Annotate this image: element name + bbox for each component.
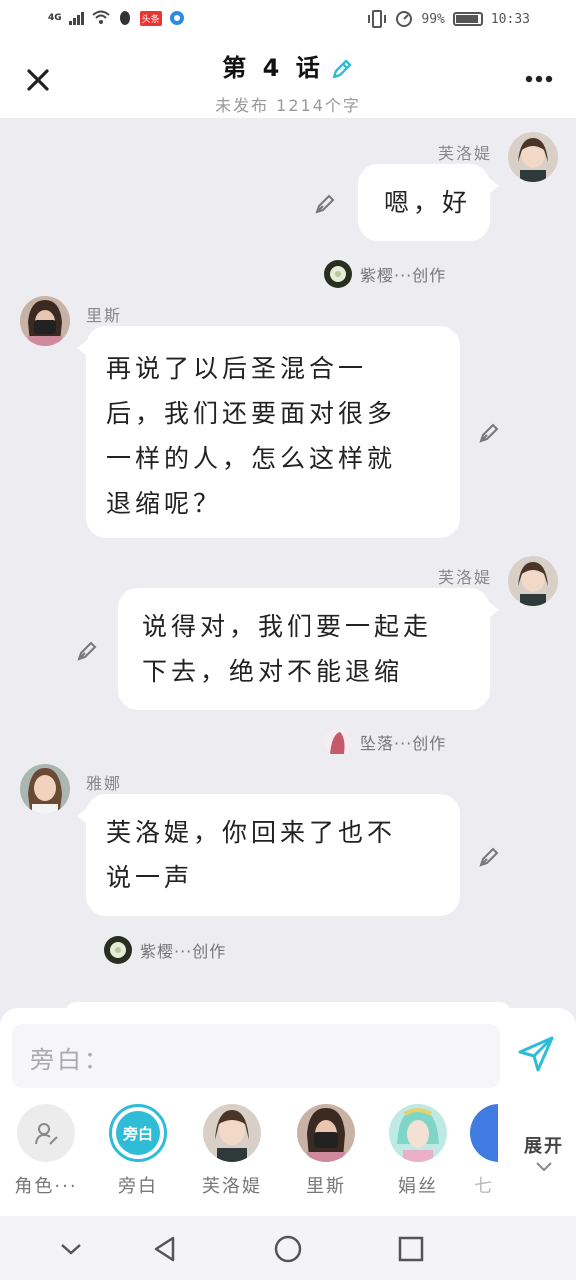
message-line: 芙洛媞，你回来了也不: [106, 818, 397, 847]
message-bubble[interactable]: 说得对，我们要一起走 下去，绝对不能退缩: [118, 588, 499, 710]
role-label: 芙洛媞: [202, 1176, 262, 1197]
qq-icon: [119, 11, 130, 25]
narrator-avatar: 旁白: [109, 1104, 167, 1162]
chevron-down-icon: [536, 1162, 552, 1172]
message-line: 说一声: [106, 863, 194, 892]
home-icon[interactable]: [273, 1234, 303, 1264]
clock: 10:33: [490, 11, 530, 27]
role-option-selected[interactable]: 旁白 旁白: [98, 1104, 178, 1198]
message-bubble[interactable]: 嗯，好: [358, 164, 499, 241]
speaker-name: 雅娜: [86, 774, 123, 793]
message-line: 后，我们还要面对很多: [106, 399, 397, 428]
role-label: 七: [474, 1176, 494, 1197]
hide-keyboard-icon[interactable]: [56, 1234, 86, 1264]
avatar: [470, 1104, 498, 1162]
edit-title-icon[interactable]: [330, 57, 354, 81]
wifi-icon: [91, 10, 110, 24]
role-label: 角色···: [14, 1176, 78, 1197]
send-icon[interactable]: [516, 1034, 556, 1074]
avatar[interactable]: [20, 296, 70, 346]
author-name: 紫樱···创作: [140, 942, 227, 961]
speaker-name: 芙洛媞: [437, 568, 492, 587]
edit-message-icon[interactable]: [314, 191, 338, 215]
expand-button[interactable]: 展开: [524, 1132, 564, 1177]
message-line: 一样的人，怎么这样就: [106, 444, 397, 473]
author-avatar: [104, 936, 132, 964]
author-credit: 紫樱···创作: [104, 936, 226, 964]
role-option[interactable]: 芙洛媞: [192, 1104, 272, 1198]
input-panel: 旁白： 角色··· 旁白 旁白 芙洛媞 里斯 娟丝 七 展开: [0, 1008, 576, 1216]
role-label: 旁白: [118, 1176, 158, 1197]
browser-icon: [169, 11, 184, 25]
input-placeholder: 旁白：: [30, 1046, 111, 1074]
role-option[interactable]: 角色···: [6, 1104, 86, 1198]
chat-area[interactable]: 芙洛媞 嗯，好 紫樱···创作 里斯 再说了以后圣混合一 后，我们还要面对很多 …: [0, 118, 576, 1008]
speaker-name: 里斯: [86, 306, 123, 325]
speed-icon: [396, 11, 413, 27]
role-label: 娟丝: [398, 1176, 438, 1197]
episode-title[interactable]: 第 4 话: [0, 48, 576, 83]
avatar: [389, 1104, 447, 1162]
author-credit: 紫樱···创作: [324, 260, 446, 288]
app-badge: 头条: [139, 10, 162, 26]
avatar: [203, 1104, 261, 1162]
narration-input[interactable]: 旁白：: [12, 1024, 500, 1088]
message-line: 下去，绝对不能退缩: [142, 657, 404, 686]
role-option[interactable]: 娟丝: [378, 1104, 458, 1198]
avatar[interactable]: [508, 132, 558, 182]
add-role-icon: [17, 1104, 75, 1162]
author-avatar: [324, 260, 352, 288]
role-option[interactable]: 七: [470, 1104, 498, 1198]
author-name: 紫樱···创作: [360, 266, 447, 285]
speaker-name: 芙洛媞: [437, 144, 492, 163]
avatar[interactable]: [20, 764, 70, 814]
author-credit: 坠落···创作: [324, 728, 446, 756]
battery-icon: [452, 12, 483, 26]
message-line: 说得对，我们要一起走: [142, 612, 433, 641]
more-icon[interactable]: [524, 72, 554, 86]
system-nav-bar: [0, 1216, 576, 1280]
avatar[interactable]: [508, 556, 558, 606]
vibrate-icon: [368, 10, 387, 28]
message-bubble[interactable]: 芙洛媞，你回来了也不 说一声: [77, 794, 460, 916]
message-bubble[interactable]: 再说了以后圣混合一 后，我们还要面对很多 一样的人，怎么这样就 退缩呢？: [77, 326, 460, 538]
episode-title-text: 第 4 话: [222, 54, 324, 82]
message-line: 退缩呢？: [106, 489, 223, 518]
role-selector: 角色··· 旁白 旁白 芙洛媞 里斯 娟丝 七 展开: [0, 1104, 576, 1214]
recents-icon[interactable]: [396, 1234, 426, 1264]
message-line: 再说了以后圣混合一: [106, 354, 368, 383]
author-name: 坠落···创作: [360, 734, 447, 753]
expand-label: 展开: [524, 1136, 564, 1157]
edit-message-icon[interactable]: [76, 638, 100, 662]
top-bar: 第 4 话 未发布 1214个字: [0, 40, 576, 118]
status-bar: 4G 头条 99% 10:33: [0, 0, 576, 40]
edit-message-icon[interactable]: [478, 420, 502, 444]
back-icon[interactable]: [150, 1234, 180, 1264]
author-avatar: [324, 728, 352, 756]
avatar: [297, 1104, 355, 1162]
signal-icon: [68, 12, 84, 25]
battery-percent: 99%: [421, 11, 445, 27]
network-label: 4G: [48, 13, 62, 23]
word-count: 未发布 1214个字: [215, 96, 361, 115]
edit-message-icon[interactable]: [478, 844, 502, 868]
message-text: 嗯，好: [384, 188, 472, 217]
role-option[interactable]: 里斯: [286, 1104, 366, 1198]
narrator-avatar-text: 旁白: [116, 1111, 160, 1155]
role-label: 里斯: [306, 1176, 346, 1197]
